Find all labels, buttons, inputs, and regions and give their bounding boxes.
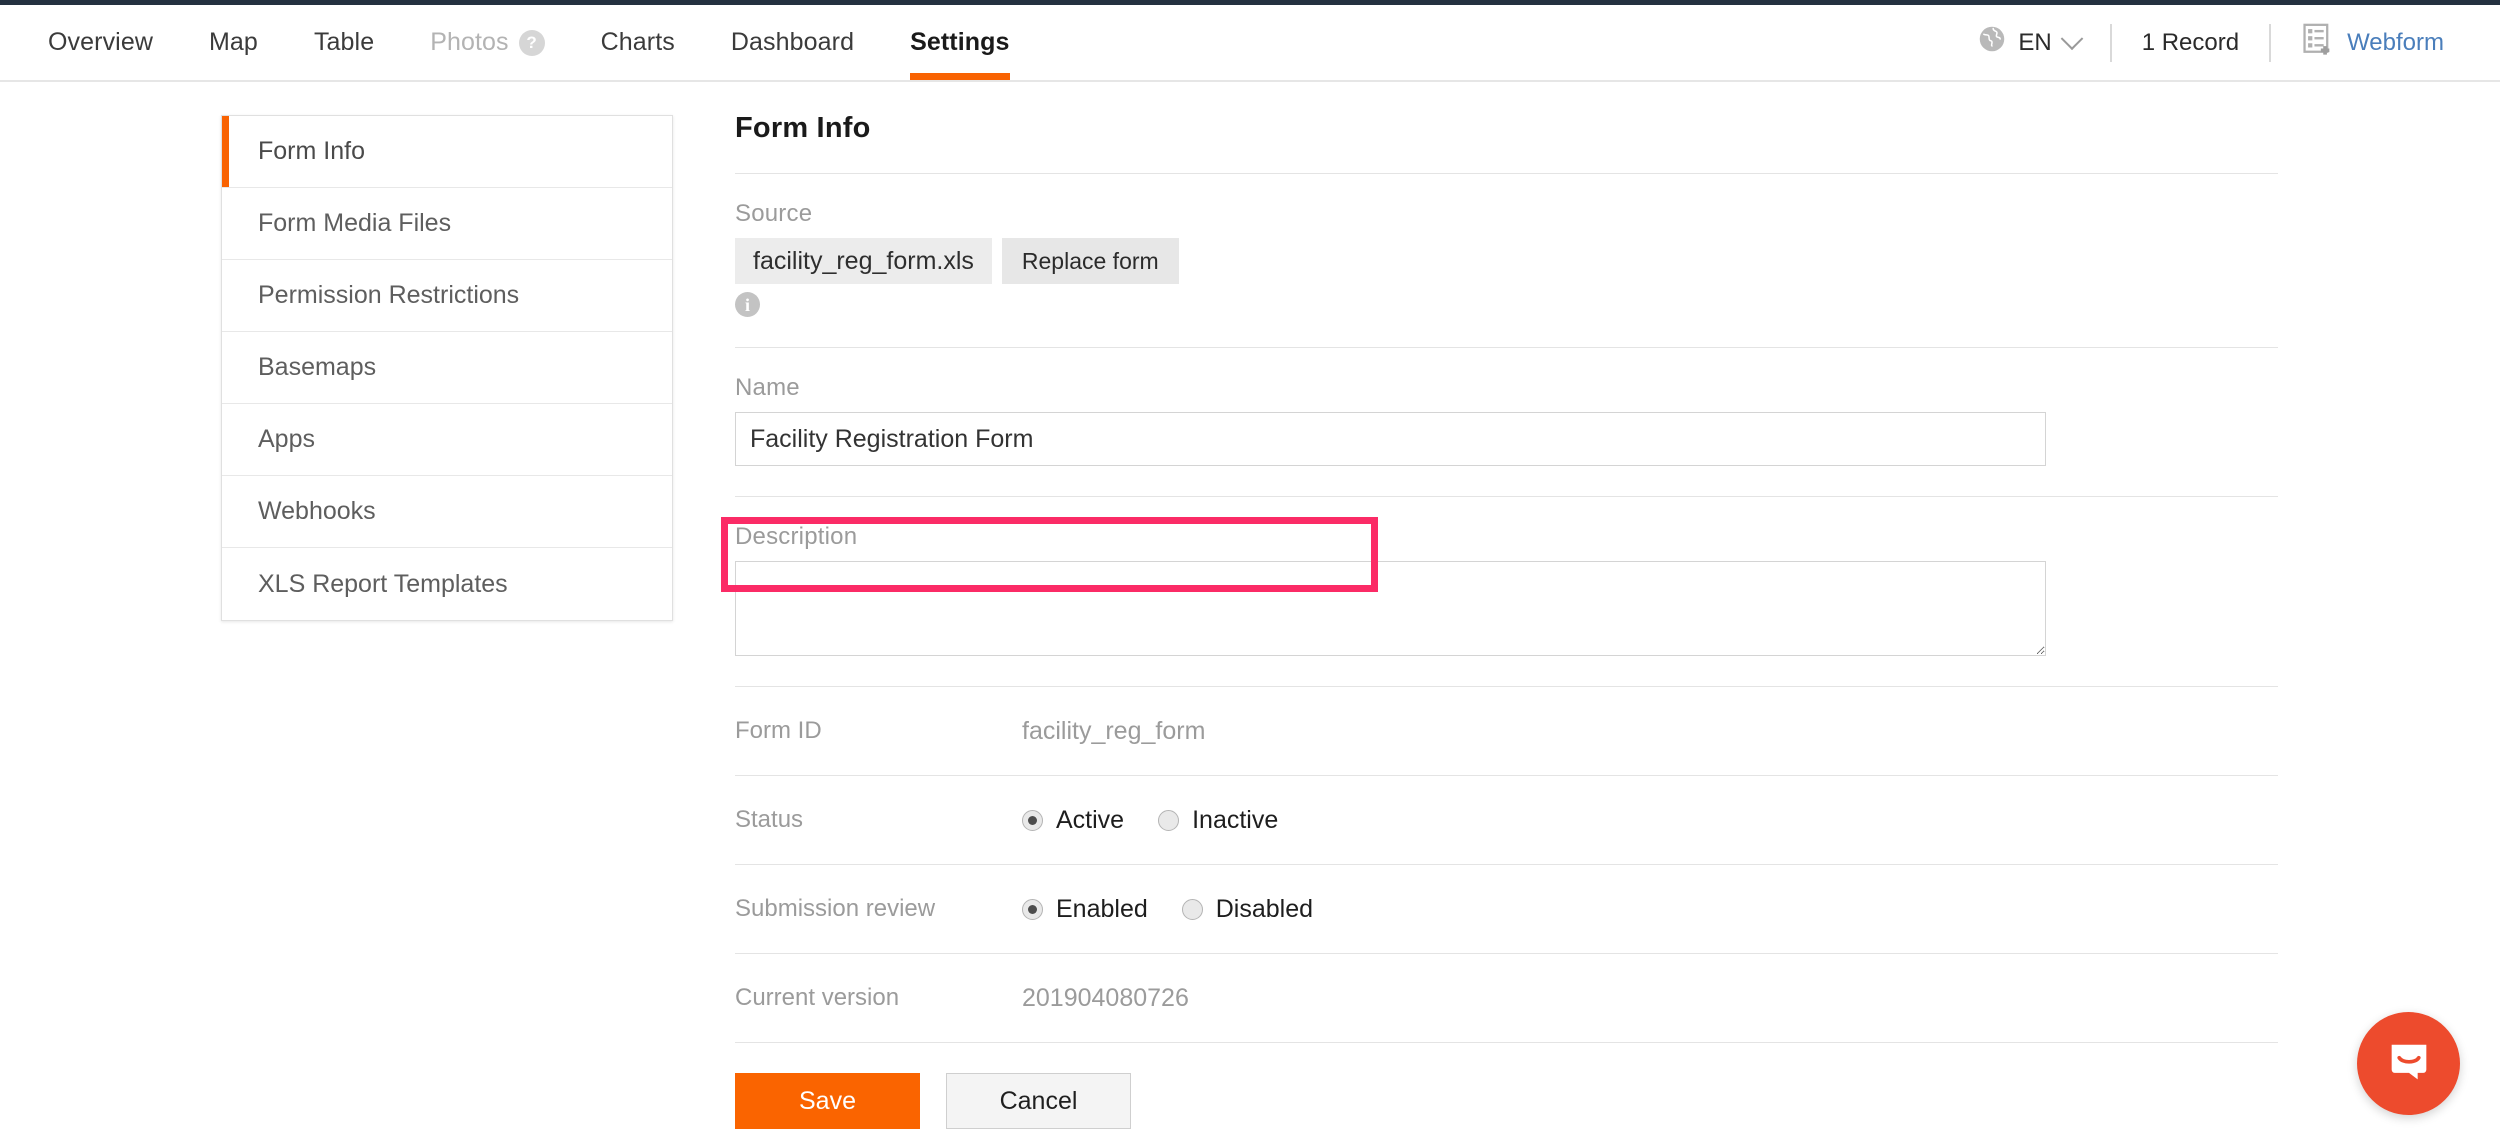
- page-title: Form Info: [735, 112, 871, 144]
- current-version-label: Current version: [735, 984, 900, 1011]
- source-row: Source facility_reg_form.xls Replace for…: [735, 174, 2295, 347]
- sidebar-item-webhooks[interactable]: Webhooks: [222, 476, 672, 548]
- source-label: Source: [735, 200, 813, 227]
- globe-icon: [1978, 25, 2006, 60]
- save-button[interactable]: Save: [735, 1073, 920, 1129]
- form-id-value: facility_reg_form: [1022, 716, 1206, 745]
- radio-selected-icon[interactable]: [1022, 809, 1043, 831]
- sidebar-item-apps[interactable]: Apps: [222, 404, 672, 476]
- radio-label: Disabled: [1215, 894, 1314, 923]
- submission-review-option-enabled[interactable]: Enabled: [1022, 895, 1148, 924]
- sidebar-item-label: Webhooks: [258, 497, 376, 525]
- sidebar-item-form-media-files[interactable]: Form Media Files: [222, 188, 672, 260]
- status-option-inactive[interactable]: Inactive: [1158, 806, 1278, 835]
- status-row: Status Active Inactive: [735, 776, 2295, 864]
- webform-label: Webform: [2347, 28, 2444, 56]
- description-row: Description: [735, 497, 2295, 686]
- status-label: Status: [735, 806, 804, 833]
- source-file-chip: facility_reg_form.xls: [735, 238, 992, 284]
- help-question-icon[interactable]: ?: [518, 29, 545, 56]
- description-textarea[interactable]: [735, 561, 2046, 656]
- source-controls: facility_reg_form.xls Replace form: [735, 238, 2295, 284]
- cancel-button[interactable]: Cancel: [946, 1073, 1131, 1129]
- app-root: Overview Map Table Photos ? Charts Dashb…: [0, 0, 2500, 1148]
- tab-charts[interactable]: Charts: [573, 5, 703, 80]
- tab-photos[interactable]: Photos ?: [402, 5, 572, 80]
- submission-review-option-disabled[interactable]: Disabled: [1181, 894, 1314, 924]
- tab-map[interactable]: Map: [181, 5, 286, 80]
- replace-form-button[interactable]: Replace form: [1001, 238, 1179, 284]
- sidebar-item-label: XLS Report Templates: [258, 569, 508, 598]
- header-right-cluster: EN 1 Record Webform: [1948, 5, 2500, 80]
- info-icon[interactable]: i: [735, 292, 760, 317]
- form-actions: Save Cancel: [735, 1043, 2295, 1129]
- radio-label: Inactive: [1192, 805, 1279, 834]
- sidebar-item-form-info[interactable]: Form Info: [222, 116, 672, 188]
- form-info-panel: Form Info Source facility_reg_form.xls R…: [735, 84, 2295, 1129]
- current-version-value: 201904080726: [1022, 983, 1189, 1012]
- record-count-label: 1 Record: [2141, 28, 2240, 56]
- description-label: Description: [735, 523, 858, 550]
- chevron-down-icon: [2060, 26, 2084, 50]
- sidebar-item-label: Apps: [258, 425, 315, 453]
- page-body: Form Info Form Media Files Permission Re…: [0, 84, 2500, 1148]
- radio-label: Enabled: [1056, 894, 1148, 923]
- tab-settings[interactable]: Settings: [882, 5, 1037, 80]
- current-version-row: Current version 201904080726: [735, 954, 2295, 1042]
- sidebar-item-permission-restrictions[interactable]: Permission Restrictions: [222, 260, 672, 332]
- tab-table[interactable]: Table: [286, 5, 402, 80]
- submission-review-label: Submission review: [735, 895, 936, 922]
- radio-label: Active: [1056, 805, 1125, 834]
- chat-bubble-icon: [2383, 1035, 2435, 1092]
- form-id-row: Form ID facility_reg_form: [735, 687, 2295, 775]
- language-label: EN: [2018, 28, 2052, 56]
- main-nav-tabs: Overview Map Table Photos ? Charts Dashb…: [0, 5, 1038, 80]
- tab-label: Settings: [910, 28, 1010, 56]
- sidebar-item-label: Form Info: [258, 137, 365, 165]
- app-header: Overview Map Table Photos ? Charts Dashb…: [0, 5, 2500, 82]
- sidebar-item-label: Permission Restrictions: [258, 281, 520, 309]
- tab-label: Charts: [600, 28, 675, 56]
- status-radio-group: Active Inactive: [1022, 806, 1278, 835]
- radio-unselected-icon[interactable]: [1181, 898, 1203, 920]
- tab-label: Dashboard: [730, 28, 855, 56]
- record-count: 1 Record: [2112, 29, 2269, 57]
- tab-label: Photos: [430, 28, 509, 56]
- tab-overview[interactable]: Overview: [20, 5, 181, 80]
- language-selector[interactable]: EN: [1948, 25, 2109, 60]
- tab-label: Map: [209, 28, 258, 56]
- status-option-active[interactable]: Active: [1022, 806, 1124, 835]
- settings-sidebar: Form Info Form Media Files Permission Re…: [221, 115, 673, 621]
- webform-button[interactable]: Webform: [2271, 22, 2474, 63]
- tab-dashboard[interactable]: Dashboard: [703, 5, 882, 80]
- radio-unselected-icon[interactable]: [1158, 809, 1180, 831]
- radio-selected-icon[interactable]: [1022, 898, 1043, 920]
- submission-review-row: Submission review Enabled Disabled: [735, 865, 2295, 953]
- name-label: Name: [735, 374, 800, 401]
- sidebar-item-label: Basemaps: [258, 353, 377, 381]
- tab-label: Table: [313, 28, 375, 56]
- tab-label: Overview: [48, 28, 153, 56]
- webform-add-icon: [2301, 22, 2335, 63]
- intercom-launcher-button[interactable]: [2357, 1012, 2460, 1115]
- sidebar-item-basemaps[interactable]: Basemaps: [222, 332, 672, 404]
- name-input[interactable]: [735, 412, 2046, 466]
- form-id-label: Form ID: [735, 717, 822, 744]
- sidebar-item-label: Form Media Files: [258, 209, 452, 237]
- sidebar-item-xls-report-templates[interactable]: XLS Report Templates: [222, 548, 672, 620]
- name-row: Name: [735, 348, 2295, 496]
- submission-review-radio-group: Enabled Disabled: [1022, 895, 1313, 924]
